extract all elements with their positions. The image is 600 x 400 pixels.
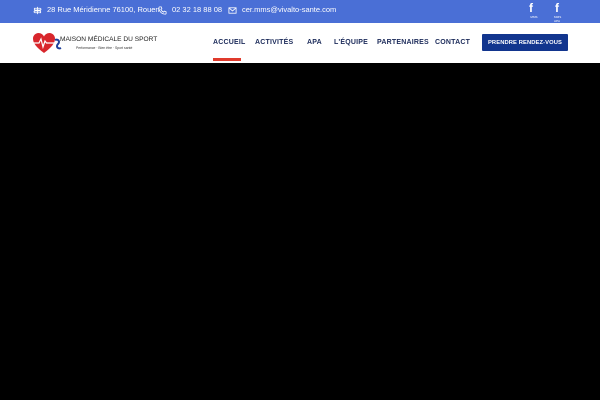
address-text: 28 Rue Méridienne 76100, Rouen xyxy=(47,5,160,14)
facebook-icon: f xyxy=(555,1,559,15)
top-contact-bar: 28 Rue Méridienne 76100, Rouen 02 32 18 … xyxy=(0,0,600,23)
envelope-icon xyxy=(228,6,237,15)
email-text: cer.mms@vivalto-sante.com xyxy=(242,5,337,14)
facebook-icon: f xyxy=(529,1,533,15)
book-appointment-button[interactable]: PRENDRE RENDEZ-VOUS xyxy=(482,34,568,51)
nav-item-accueil[interactable]: ACCUEIL xyxy=(213,39,246,46)
heart-logo-icon xyxy=(33,33,62,53)
address-item[interactable]: 28 Rue Méridienne 76100, Rouen xyxy=(33,5,160,15)
site-logo[interactable]: MAISON MÉDICALE DU SPORT Performance · B… xyxy=(31,31,158,57)
phone-text: 02 32 18 88 08 xyxy=(172,5,223,14)
logo-title: MAISON MÉDICALE DU SPORT xyxy=(60,36,158,43)
facebook-label: MMS xyxy=(530,15,538,19)
nav-item-activites[interactable]: ACTIVITÉS xyxy=(255,39,293,46)
signpost-icon xyxy=(33,6,42,15)
nav-item-contact[interactable]: CONTACT xyxy=(435,39,470,46)
hero-video-area xyxy=(0,63,600,400)
phone-item[interactable]: 02 32 18 88 08 xyxy=(158,5,222,15)
facebook-link-mms[interactable]: f MMS xyxy=(522,2,540,20)
nav-item-partenaires[interactable]: PARTENAIRES xyxy=(377,39,429,46)
nav-item-equipe[interactable]: L'ÉQUIPE xyxy=(334,39,368,46)
phone-icon xyxy=(158,5,167,15)
logo-subtitle: Performance · Bien être · Sport santé xyxy=(76,46,133,50)
facebook-link-mms-apa[interactable]: f MMS APA xyxy=(548,1,566,24)
email-item[interactable]: cer.mms@vivalto-sante.com xyxy=(228,5,336,15)
facebook-label: MMS APA xyxy=(554,15,562,23)
active-nav-indicator xyxy=(213,58,241,61)
nav-item-apa[interactable]: APA xyxy=(307,39,322,46)
main-navbar: MAISON MÉDICALE DU SPORT Performance · B… xyxy=(0,23,600,63)
